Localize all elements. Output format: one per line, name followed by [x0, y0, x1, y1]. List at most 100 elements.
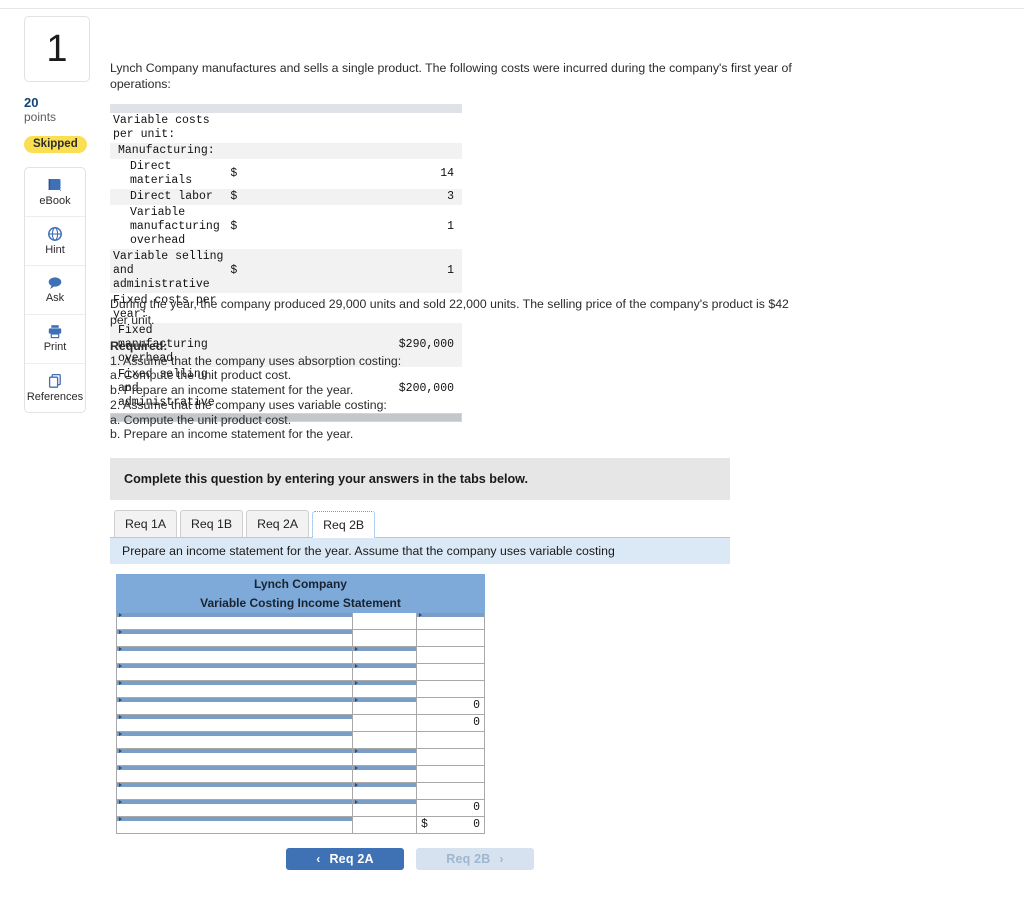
row-value-cell[interactable]: $ 0	[415, 816, 486, 834]
value-input[interactable]	[417, 766, 484, 782]
row-mid-cell[interactable]	[352, 748, 417, 766]
mid-dropdown[interactable]	[353, 783, 416, 799]
value-input[interactable]: 0	[417, 698, 484, 714]
value-input[interactable]	[417, 732, 484, 748]
row-value-cell[interactable]	[415, 731, 486, 749]
mid-dropdown[interactable]	[353, 766, 416, 782]
row-mid-cell[interactable]	[352, 612, 417, 630]
tool-ask[interactable]: Ask	[25, 266, 85, 315]
row-value-cell[interactable]	[415, 629, 486, 647]
row-value-cell[interactable]	[415, 680, 486, 698]
label-dropdown[interactable]	[117, 783, 352, 799]
value-input[interactable]	[417, 664, 484, 680]
next-requirement-button[interactable]: Req 2B ›	[416, 848, 534, 870]
row-label-cell[interactable]	[116, 748, 353, 766]
row-label-cell[interactable]	[116, 697, 353, 715]
value-input-total[interactable]: $ 0	[417, 817, 484, 833]
row-mid-cell[interactable]	[352, 782, 417, 800]
mid-input[interactable]	[353, 817, 416, 833]
label-dropdown[interactable]	[117, 647, 352, 663]
row-label-cell[interactable]	[116, 714, 353, 732]
label-dropdown[interactable]	[117, 766, 352, 782]
row-mid-cell[interactable]	[352, 714, 417, 732]
cost-row: Direct materials $ 14	[110, 159, 462, 189]
mid-input[interactable]	[353, 630, 416, 646]
mid-input[interactable]	[353, 715, 416, 731]
row-value-cell[interactable]: 0	[415, 697, 486, 715]
value-input[interactable]	[417, 630, 484, 646]
row-value-cell[interactable]	[415, 748, 486, 766]
tab-req-1a[interactable]: Req 1A	[114, 510, 178, 537]
row-mid-cell[interactable]	[352, 629, 417, 647]
row-value-cell[interactable]	[415, 765, 486, 783]
value-input[interactable]	[417, 749, 484, 765]
mid-dropdown[interactable]	[353, 681, 416, 697]
row-label-cell[interactable]	[116, 646, 353, 664]
row-label-cell[interactable]	[116, 680, 353, 698]
mid-dropdown[interactable]	[353, 749, 416, 765]
label-dropdown[interactable]	[117, 664, 352, 680]
row-value-cell[interactable]	[415, 612, 486, 630]
label-dropdown[interactable]	[117, 817, 352, 833]
label-dropdown[interactable]	[117, 800, 352, 816]
mid-dropdown[interactable]	[353, 698, 416, 714]
label-dropdown[interactable]	[117, 681, 352, 697]
value-input[interactable]: 0	[417, 715, 484, 731]
mid-dropdown[interactable]	[353, 647, 416, 663]
mid-dropdown[interactable]	[353, 664, 416, 680]
value-input[interactable]: 0	[417, 800, 484, 816]
row-mid-cell[interactable]	[352, 663, 417, 681]
label-dropdown[interactable]	[117, 732, 352, 748]
row-value-cell[interactable]: 0	[415, 799, 486, 817]
value-input[interactable]	[417, 681, 484, 697]
cost-row-value: 1	[344, 249, 462, 293]
row-mid-cell[interactable]	[352, 680, 417, 698]
label-dropdown[interactable]	[117, 613, 352, 629]
row-value-cell[interactable]: 0	[415, 714, 486, 732]
tool-references[interactable]: References	[25, 364, 85, 412]
value-dropdown[interactable]	[417, 613, 485, 629]
row-mid-cell[interactable]	[352, 765, 417, 783]
label-dropdown[interactable]	[117, 749, 352, 765]
chevron-down-icon	[119, 766, 122, 770]
tool-print[interactable]: Print	[25, 315, 85, 364]
tool-ebook[interactable]: eBook	[25, 168, 85, 217]
status-badge: Skipped	[24, 135, 87, 153]
row-value-cell[interactable]	[415, 663, 486, 681]
label-dropdown[interactable]	[117, 698, 352, 714]
row-label-cell[interactable]	[116, 765, 353, 783]
tool-hint[interactable]: Hint	[25, 217, 85, 266]
row-label-cell[interactable]	[116, 799, 353, 817]
mid-input[interactable]	[353, 732, 416, 748]
required-heading: Required:	[110, 339, 168, 353]
tool-label-references: References	[26, 390, 84, 403]
tab-req-2a[interactable]: Req 2A	[246, 510, 310, 537]
mid-input[interactable]	[353, 613, 416, 629]
row-label-cell[interactable]	[116, 612, 353, 630]
row-label-cell[interactable]	[116, 731, 353, 749]
tab-req-2b[interactable]: Req 2B	[312, 511, 376, 538]
tab-req-1b[interactable]: Req 1B	[180, 510, 244, 537]
variable-costing-income-statement-table: Lynch Company Variable Costing Income St…	[115, 574, 486, 834]
label-dropdown[interactable]	[117, 630, 352, 646]
row-mid-cell[interactable]	[352, 731, 417, 749]
row-mid-cell[interactable]	[352, 816, 417, 834]
row-label-cell[interactable]	[116, 782, 353, 800]
chevron-down-icon	[119, 817, 122, 821]
row-value-cell[interactable]	[415, 646, 486, 664]
row-label-cell[interactable]	[116, 816, 353, 834]
value-input[interactable]	[417, 783, 484, 799]
row-mid-cell[interactable]	[352, 646, 417, 664]
mid-dropdown[interactable]	[353, 800, 416, 816]
row-label-cell[interactable]	[116, 629, 353, 647]
row-value-cell[interactable]	[415, 782, 486, 800]
value-input[interactable]	[417, 647, 484, 663]
row-mid-cell[interactable]	[352, 799, 417, 817]
label-dropdown[interactable]	[117, 715, 352, 731]
tool-label-print: Print	[43, 341, 67, 354]
prev-requirement-button[interactable]: ‹ Req 2A	[286, 848, 404, 870]
row-mid-cell[interactable]	[352, 697, 417, 715]
cost-row: Direct labor $ 3	[110, 189, 462, 205]
cost-row-currency: $	[230, 220, 238, 233]
row-label-cell[interactable]	[116, 663, 353, 681]
